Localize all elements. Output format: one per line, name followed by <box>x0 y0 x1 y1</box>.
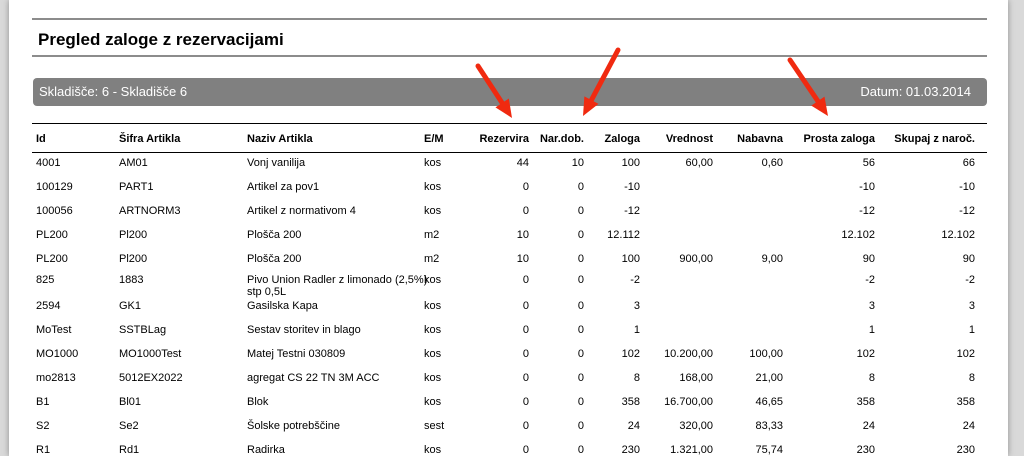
annotation-arrows <box>475 47 828 118</box>
arrow-icon <box>583 47 621 116</box>
arrow-icon <box>787 57 828 116</box>
arrow-icon <box>475 63 512 118</box>
